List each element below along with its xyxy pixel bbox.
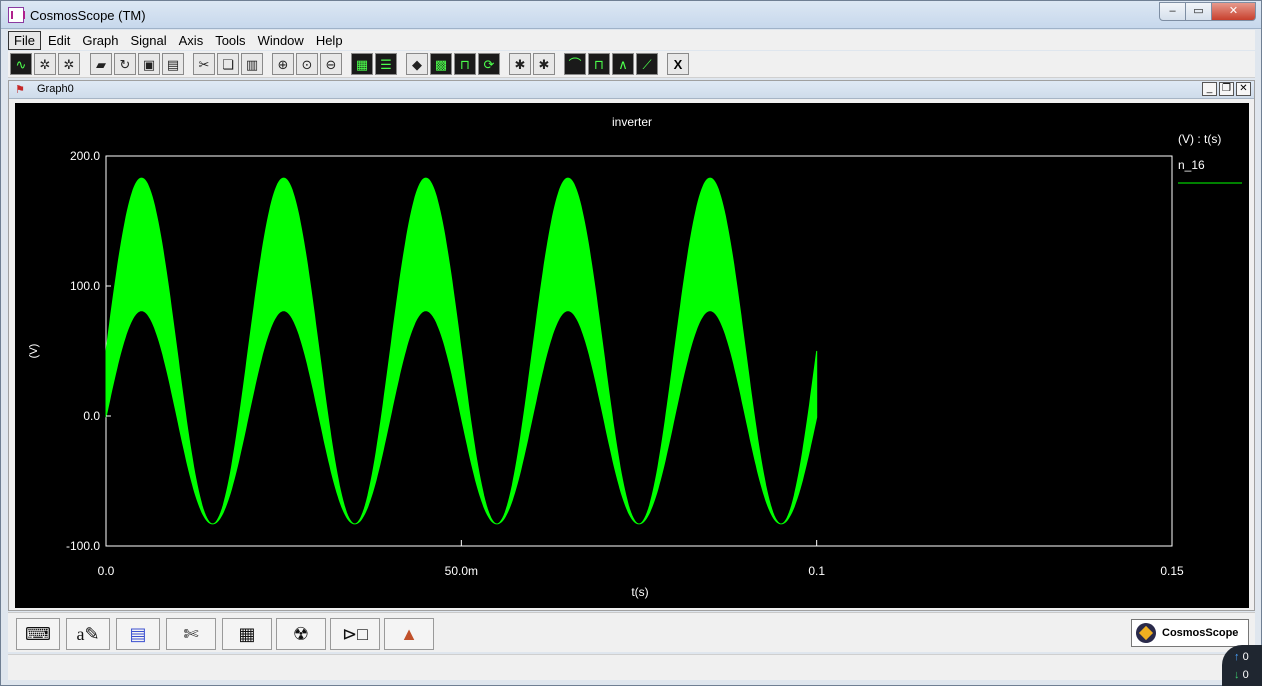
menu-bar: File Edit Graph Signal Axis Tools Window… — [8, 30, 1255, 50]
plot-frame — [105, 155, 1173, 547]
x-axis-label: t(s) — [631, 585, 648, 599]
zoom-fit-icon[interactable]: ⊙ — [296, 53, 318, 75]
chart-title: inverter — [612, 115, 652, 129]
signal-n16-waveform[interactable] — [105, 177, 818, 525]
calculator-icon[interactable]: ▦ — [222, 618, 272, 650]
reload-icon[interactable]: ↻ — [114, 53, 136, 75]
maximize-button[interactable]: ▭ — [1185, 2, 1212, 21]
y-tick-label: 200.0 — [70, 149, 100, 163]
keyboard-icon[interactable]: ⌨ — [16, 618, 60, 650]
y-tick-label: 100.0 — [70, 279, 100, 293]
measure-pulse-icon[interactable]: ⊓ — [588, 53, 610, 75]
graph-minimize-button[interactable]: _ — [1202, 82, 1217, 96]
menu-file[interactable]: File — [8, 30, 41, 50]
graph-restore-button[interactable]: ❐ — [1219, 82, 1234, 96]
graph-close-button[interactable]: ✕ — [1236, 82, 1251, 96]
block-diagram-icon[interactable]: ⊳□ — [330, 618, 380, 650]
x-tick-label: 50.0m — [445, 564, 478, 578]
cosmosscope-brand-badge[interactable]: CosmosScope — [1131, 619, 1249, 647]
radiation-icon[interactable]: ☢ — [276, 618, 326, 650]
stack-icon[interactable]: ▦ — [351, 53, 373, 75]
status-bar — [8, 654, 1255, 680]
save-icon[interactable]: ▣ — [138, 53, 160, 75]
paste-icon[interactable]: ▥ — [241, 53, 263, 75]
download-indicator: ↓ 0 — [1234, 669, 1249, 681]
upload-indicator: ↑ 0 — [1234, 651, 1249, 663]
zoom-in-icon[interactable]: ⊕ — [272, 53, 294, 75]
y-axis-label: (V) — [28, 344, 40, 359]
pan-wheel-icon[interactable]: ✲ — [58, 53, 80, 75]
x-tick-label: 0.0 — [98, 564, 115, 578]
refresh-icon[interactable]: ⟳ — [478, 53, 500, 75]
waveform-calc-icon[interactable]: ▤ — [116, 618, 160, 650]
upload-arrow-icon: ↑ — [1234, 651, 1240, 663]
waveform-chart[interactable]: inverter (V) t(s) (V) : t(s) n_16 200.0 1… — [15, 103, 1249, 608]
digital-icon[interactable]: ⊓ — [454, 53, 476, 75]
window-title: CosmosScope (TM) — [30, 8, 146, 23]
menu-axis[interactable]: Axis — [174, 32, 209, 49]
legend-header: (V) : t(s) — [1178, 132, 1221, 146]
open-folder-icon[interactable]: ▰ — [90, 53, 112, 75]
bottom-tool-panel: ⌨ a✎ ▤ ✄ ▦ ☢ ⊳□ ▲ CosmosScope — [8, 612, 1255, 652]
title-bar[interactable]: CosmosScope (TM) ‒ ▭ ✕ — [1, 1, 1261, 29]
cosmosscope-logo-icon — [1136, 623, 1156, 643]
download-count: 0 — [1242, 669, 1249, 681]
toolbar: ∿ ✲ ✲ ▰ ↻ ▣ ▤ ✂ ❏ ▥ ⊕ ⊙ ⊖ ▦ ☰ ◆ ▩ ⊓ ⟳ ✱ … — [8, 51, 1255, 78]
y-axis-ticks: 200.0 100.0 0.0 -100.0 — [66, 149, 111, 553]
copy-icon[interactable]: ❏ — [217, 53, 239, 75]
graph-window: ⚑ Graph0 _ ❐ ✕ inverter (V) t(s) (V) : t… — [8, 80, 1255, 611]
bug-icon[interactable]: ✱ — [509, 53, 531, 75]
menu-help[interactable]: Help — [311, 32, 348, 49]
graph-icon: ⚑ — [15, 84, 25, 96]
matlab-icon[interactable]: ▲ — [384, 618, 434, 650]
zoom-out-icon[interactable]: ⊖ — [320, 53, 342, 75]
upload-count: 0 — [1242, 651, 1249, 663]
measure-peak-icon[interactable]: ∧ — [612, 53, 634, 75]
grid-icon[interactable]: ▩ — [430, 53, 452, 75]
minimize-button[interactable]: ‒ — [1159, 2, 1186, 21]
menu-edit[interactable]: Edit — [43, 32, 75, 49]
menu-signal[interactable]: Signal — [126, 32, 172, 49]
y-tick-label: 0.0 — [83, 409, 100, 423]
x-tick-label: 0.15 — [1160, 564, 1184, 578]
waveform-icon[interactable]: ∿ — [10, 53, 32, 75]
menu-graph[interactable]: Graph — [77, 32, 123, 49]
network-tray-widget[interactable]: ↑ 0 ↓ 0 — [1222, 645, 1262, 686]
graph-window-title-bar[interactable]: ⚑ Graph0 _ ❐ ✕ — [9, 81, 1254, 99]
x-tick-label: 0.1 — [808, 564, 825, 578]
annotate-icon[interactable]: a✎ — [66, 618, 110, 650]
close-button[interactable]: ✕ — [1211, 2, 1256, 21]
print-icon[interactable]: ▤ — [162, 53, 184, 75]
legend-series-label[interactable]: n_16 — [1178, 158, 1205, 172]
measure-rise-icon[interactable]: ⌒ — [564, 53, 586, 75]
measure-slope-icon[interactable]: ⟋ — [636, 53, 658, 75]
graph-window-title: Graph0 — [37, 83, 74, 95]
brand-label: CosmosScope — [1162, 627, 1239, 639]
menu-window[interactable]: Window — [253, 32, 309, 49]
cosmosscope-app-icon[interactable] — [8, 7, 25, 23]
stack-all-icon[interactable]: ☰ — [375, 53, 397, 75]
bug-list-icon[interactable]: ✱ — [533, 53, 555, 75]
menu-tools[interactable]: Tools — [210, 32, 250, 49]
eraser-icon[interactable]: ◆ — [406, 53, 428, 75]
download-arrow-icon: ↓ — [1234, 669, 1240, 681]
zoom-wheel-icon[interactable]: ✲ — [34, 53, 56, 75]
signal-edit-icon[interactable]: ✄ — [166, 618, 216, 650]
plot-area[interactable]: inverter (V) t(s) (V) : t(s) n_16 200.0 1… — [15, 103, 1249, 608]
app-window: CosmosScope (TM) ‒ ▭ ✕ File Edit Graph S… — [0, 0, 1262, 686]
close-x-icon[interactable]: X — [667, 53, 689, 75]
y-tick-label: -100.0 — [66, 539, 100, 553]
cut-icon[interactable]: ✂ — [193, 53, 215, 75]
